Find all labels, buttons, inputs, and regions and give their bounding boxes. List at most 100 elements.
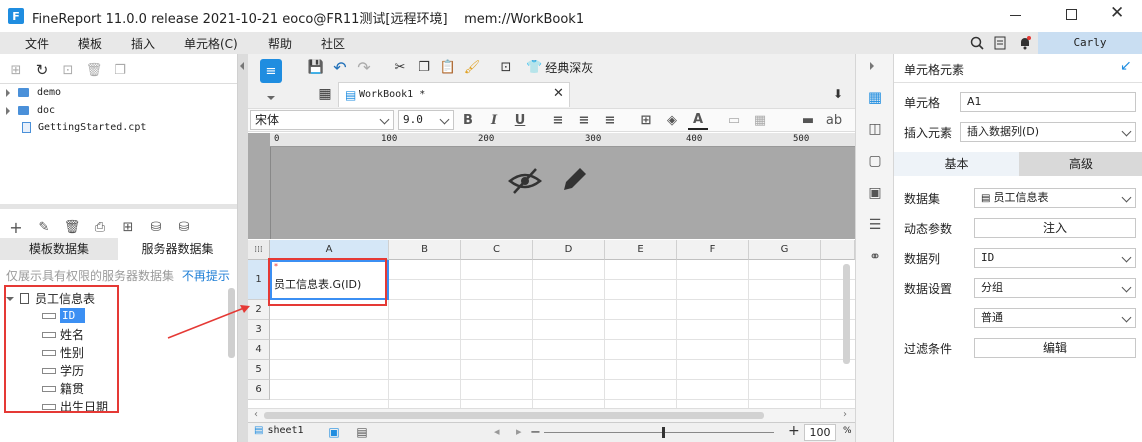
- expand-icon[interactable]: [6, 106, 10, 115]
- tree-item-demo[interactable]: demo: [6, 87, 61, 98]
- align-right-icon[interactable]: ≡: [600, 110, 620, 130]
- lock-icon[interactable]: ⊡: [58, 60, 78, 80]
- scroll-left-icon[interactable]: ‹: [254, 409, 258, 420]
- database-icon[interactable]: ⛁: [146, 217, 166, 237]
- search-icon[interactable]: [970, 36, 984, 50]
- format-painter-icon[interactable]: 🖌: [462, 57, 482, 77]
- tab-server-dataset[interactable]: 服务器数据集: [118, 238, 237, 260]
- size-select[interactable]: 9.0: [398, 110, 454, 130]
- tab-basic[interactable]: 基本: [894, 152, 1019, 176]
- cell-element-icon[interactable]: ▦: [866, 88, 884, 106]
- widget-icon[interactable]: ▣: [866, 184, 884, 202]
- align-left-icon[interactable]: ≡: [548, 110, 568, 130]
- zoom-slider-thumb[interactable]: [662, 427, 665, 438]
- pin-icon[interactable]: ↙: [1120, 58, 1132, 74]
- menu-template[interactable]: 模板: [78, 35, 102, 52]
- cell-attribute-icon[interactable]: ◫: [866, 120, 884, 138]
- cut-icon[interactable]: ✂: [390, 57, 410, 77]
- sheet-grid[interactable]: ⁞⁞⁞ A B C D E F G 1 2 3 4 5 6 * 员工信息表.G(…: [248, 240, 855, 408]
- cell-field[interactable]: A1: [960, 92, 1136, 112]
- pencil-icon[interactable]: [560, 164, 590, 194]
- zoom-plus-button[interactable]: +: [788, 423, 800, 439]
- zoom-slider-track[interactable]: [544, 432, 774, 433]
- font-select[interactable]: 宋体: [250, 110, 394, 130]
- preview-icon[interactable]: ⊡: [496, 57, 516, 77]
- merge-icon[interactable]: ▭: [724, 110, 744, 130]
- redo-icon[interactable]: ↷: [354, 57, 374, 77]
- column-header[interactable]: A: [270, 240, 389, 260]
- paste-icon[interactable]: 📋: [438, 57, 458, 77]
- align-center-icon[interactable]: ≡: [574, 110, 594, 130]
- zoom-input[interactable]: 100: [804, 424, 836, 441]
- hyperlink-icon[interactable]: ⚭: [866, 248, 884, 266]
- dropdown-icon[interactable]: [267, 96, 275, 100]
- fill-color-icon[interactable]: ◈: [662, 110, 682, 130]
- close-window-button[interactable]: ✕: [1110, 3, 1124, 23]
- copy-icon[interactable]: ❐: [414, 57, 434, 77]
- zoom-out-left-icon[interactable]: ◂: [494, 425, 500, 438]
- italic-button[interactable]: I: [484, 110, 504, 130]
- collapse-left-icon[interactable]: [240, 62, 244, 70]
- select-all-corner[interactable]: ⁞⁞⁞: [248, 240, 270, 260]
- copy-icon[interactable]: ❐: [110, 60, 130, 80]
- tree-item-doc[interactable]: doc: [6, 105, 55, 116]
- float-element-icon[interactable]: ▢: [866, 152, 884, 170]
- tab-template-dataset[interactable]: 模板数据集: [0, 238, 118, 260]
- column-header-extra[interactable]: [821, 240, 855, 260]
- underline-button[interactable]: U: [510, 110, 530, 130]
- group-select[interactable]: 分组: [974, 278, 1136, 298]
- splitter[interactable]: [238, 54, 248, 442]
- tree-item-gettingstarted[interactable]: GettingStarted.cpt: [22, 122, 146, 133]
- user-badge[interactable]: Carly: [1038, 32, 1142, 54]
- refresh-icon[interactable]: ↻: [32, 60, 52, 80]
- menu-community[interactable]: 社区: [321, 35, 345, 52]
- edit-icon[interactable]: ✎: [34, 217, 54, 237]
- notes-icon[interactable]: [994, 36, 1008, 50]
- maximize-button[interactable]: [1066, 9, 1077, 20]
- zoom-right-icon[interactable]: ▸: [516, 425, 522, 438]
- split-icon[interactable]: ▦: [750, 110, 770, 130]
- menu-insert[interactable]: 插入: [131, 35, 155, 52]
- scroll-right-icon[interactable]: ›: [843, 409, 847, 420]
- theme-selector[interactable]: 👕 经典深灰: [526, 59, 593, 76]
- row-header[interactable]: 6: [248, 380, 270, 400]
- tab-menu-icon[interactable]: ⬇: [833, 87, 843, 101]
- column-header[interactable]: G: [749, 240, 821, 260]
- template-icon[interactable]: ≡: [260, 59, 282, 83]
- column-select[interactable]: ID: [974, 248, 1136, 268]
- tab-workbook[interactable]: ▤ WorkBook1 * ✕: [338, 82, 570, 107]
- v-scrollbar[interactable]: [843, 264, 850, 364]
- bell-icon[interactable]: [1018, 36, 1032, 50]
- minimize-button[interactable]: [1010, 15, 1021, 16]
- add-sheet-icon[interactable]: ▣: [324, 424, 344, 440]
- undo-icon[interactable]: ↶: [330, 57, 350, 77]
- wrap-icon[interactable]: ▬: [798, 110, 818, 130]
- border-icon[interactable]: ⊞: [636, 110, 656, 130]
- ab-icon[interactable]: ab: [824, 110, 844, 130]
- group-mode-select[interactable]: 普通: [974, 308, 1136, 328]
- edit-filter-button[interactable]: 编辑: [974, 338, 1136, 358]
- column-header[interactable]: E: [605, 240, 677, 260]
- dataset-select[interactable]: ▤ 员工信息表: [974, 188, 1136, 208]
- add-dataset-icon[interactable]: +: [6, 217, 26, 237]
- collapse-right-icon[interactable]: [870, 62, 874, 70]
- menu-cell[interactable]: 单元格(C): [184, 35, 238, 52]
- scroll-thumb[interactable]: [264, 412, 764, 419]
- add-poly-sheet-icon[interactable]: ▤: [352, 424, 372, 440]
- new-folder-icon[interactable]: ⊞: [6, 60, 26, 80]
- column-header[interactable]: B: [389, 240, 461, 260]
- condition-icon[interactable]: ☰: [866, 216, 884, 234]
- tab-advanced[interactable]: 高级: [1019, 152, 1142, 176]
- dismiss-notice-link[interactable]: 不再提示: [182, 269, 230, 283]
- expand-icon[interactable]: [6, 88, 10, 97]
- divider-handle[interactable]: [0, 204, 237, 209]
- column-header[interactable]: F: [677, 240, 749, 260]
- database-refresh-icon[interactable]: ⛁: [174, 217, 194, 237]
- eye-slash-icon[interactable]: [508, 166, 542, 196]
- delete-icon[interactable]: 🗑: [84, 60, 104, 80]
- h-scrollbar[interactable]: ‹ ›: [248, 408, 855, 422]
- sheet-tab[interactable]: ▤ sheet1: [254, 425, 304, 436]
- column-header[interactable]: C: [461, 240, 533, 260]
- save-icon[interactable]: 💾: [306, 57, 326, 77]
- grid-icon[interactable]: ▦: [315, 84, 335, 104]
